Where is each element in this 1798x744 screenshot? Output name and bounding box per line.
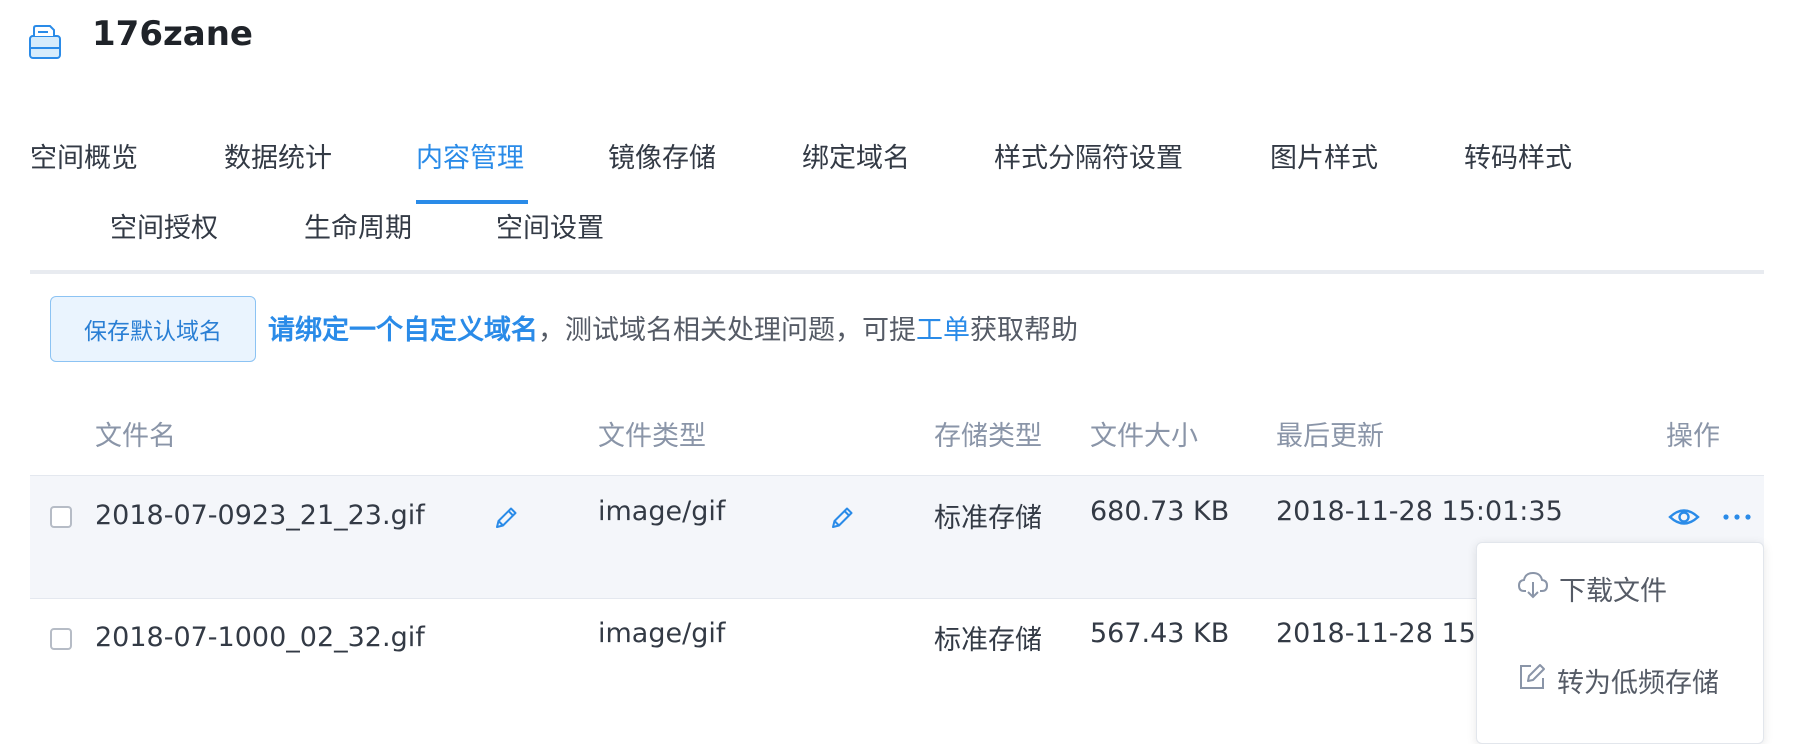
file-name: 2018-07-1000_02_32.gif: [95, 622, 425, 653]
edit-filetype-pencil-icon[interactable]: [828, 504, 856, 536]
last-updated: 2018-11-28 15:: [1276, 618, 1485, 649]
domain-notice: 请绑定一个自定义域名，测试域名相关处理问题，可提工单获取帮助: [268, 308, 1078, 347]
column-header-last-updated[interactable]: 最后更新: [1276, 414, 1384, 453]
convert-low-frequency-menu-item[interactable]: 转为低频存储: [1517, 661, 1719, 700]
save-default-domain-button[interactable]: 保存默认域名: [50, 296, 256, 362]
bucket-title: 176zane: [92, 14, 253, 54]
notice-text: 测试域名相关处理问题，可提: [565, 315, 916, 346]
bucket-icon: [28, 22, 68, 62]
file-type: image/gif: [598, 618, 726, 649]
tab-bind-domain[interactable]: 绑定域名: [802, 136, 910, 175]
tab-style-separator[interactable]: 样式分隔符设置: [994, 136, 1183, 175]
active-tab-indicator: [416, 200, 528, 204]
storage-type: 标准存储: [934, 503, 1042, 534]
cloud-download-icon: [1517, 570, 1559, 607]
column-header-file-size[interactable]: 文件大小: [1090, 414, 1198, 453]
file-type: image/gif: [598, 496, 726, 527]
tab-transcode-style[interactable]: 转码样式: [1464, 136, 1572, 175]
convert-low-frequency-label: 转为低频存储: [1557, 668, 1719, 699]
preview-eye-icon[interactable]: [1668, 502, 1700, 536]
tab-lifecycle[interactable]: 生命周期: [304, 206, 412, 245]
notice-comma: ，: [538, 315, 565, 346]
tabs-divider: [30, 270, 1764, 274]
bind-custom-domain-link[interactable]: 请绑定一个自定义域名: [268, 315, 538, 346]
rename-file-pencil-icon[interactable]: [492, 504, 520, 536]
storage-type: 标准存储: [934, 625, 1042, 656]
more-actions-dropdown: 下载文件 转为低频存储: [1476, 542, 1764, 744]
tab-space-settings[interactable]: 空间设置: [496, 206, 604, 245]
column-header-filename[interactable]: 文件名: [95, 414, 176, 453]
tab-image-style[interactable]: 图片样式: [1270, 136, 1378, 175]
file-size: 567.43 KB: [1090, 618, 1230, 649]
ticket-link[interactable]: 工单: [916, 315, 970, 346]
row-checkbox[interactable]: [50, 628, 72, 650]
column-header-filetype[interactable]: 文件类型: [598, 414, 706, 453]
file-size: 680.73 KB: [1090, 496, 1230, 527]
edit-icon: [1517, 662, 1557, 699]
tab-mirror-storage[interactable]: 镜像存储: [608, 136, 716, 175]
tab-space-authorization[interactable]: 空间授权: [110, 206, 218, 245]
column-header-storage-type[interactable]: 存储类型: [934, 414, 1042, 453]
download-file-label: 下载文件: [1559, 576, 1667, 607]
more-actions-icon[interactable]: [1722, 506, 1752, 532]
file-name: 2018-07-0923_21_23.gif: [95, 500, 425, 531]
row-checkbox[interactable]: [50, 506, 72, 528]
column-header-actions: 操作: [1666, 421, 1720, 452]
tab-statistics[interactable]: 数据统计: [224, 136, 332, 175]
last-updated: 2018-11-28 15:01:35: [1276, 496, 1563, 527]
notice-tail: 获取帮助: [970, 315, 1078, 346]
tab-content-management[interactable]: 内容管理: [416, 136, 524, 175]
tab-overview[interactable]: 空间概览: [30, 136, 138, 175]
download-file-menu-item[interactable]: 下载文件: [1517, 569, 1667, 608]
